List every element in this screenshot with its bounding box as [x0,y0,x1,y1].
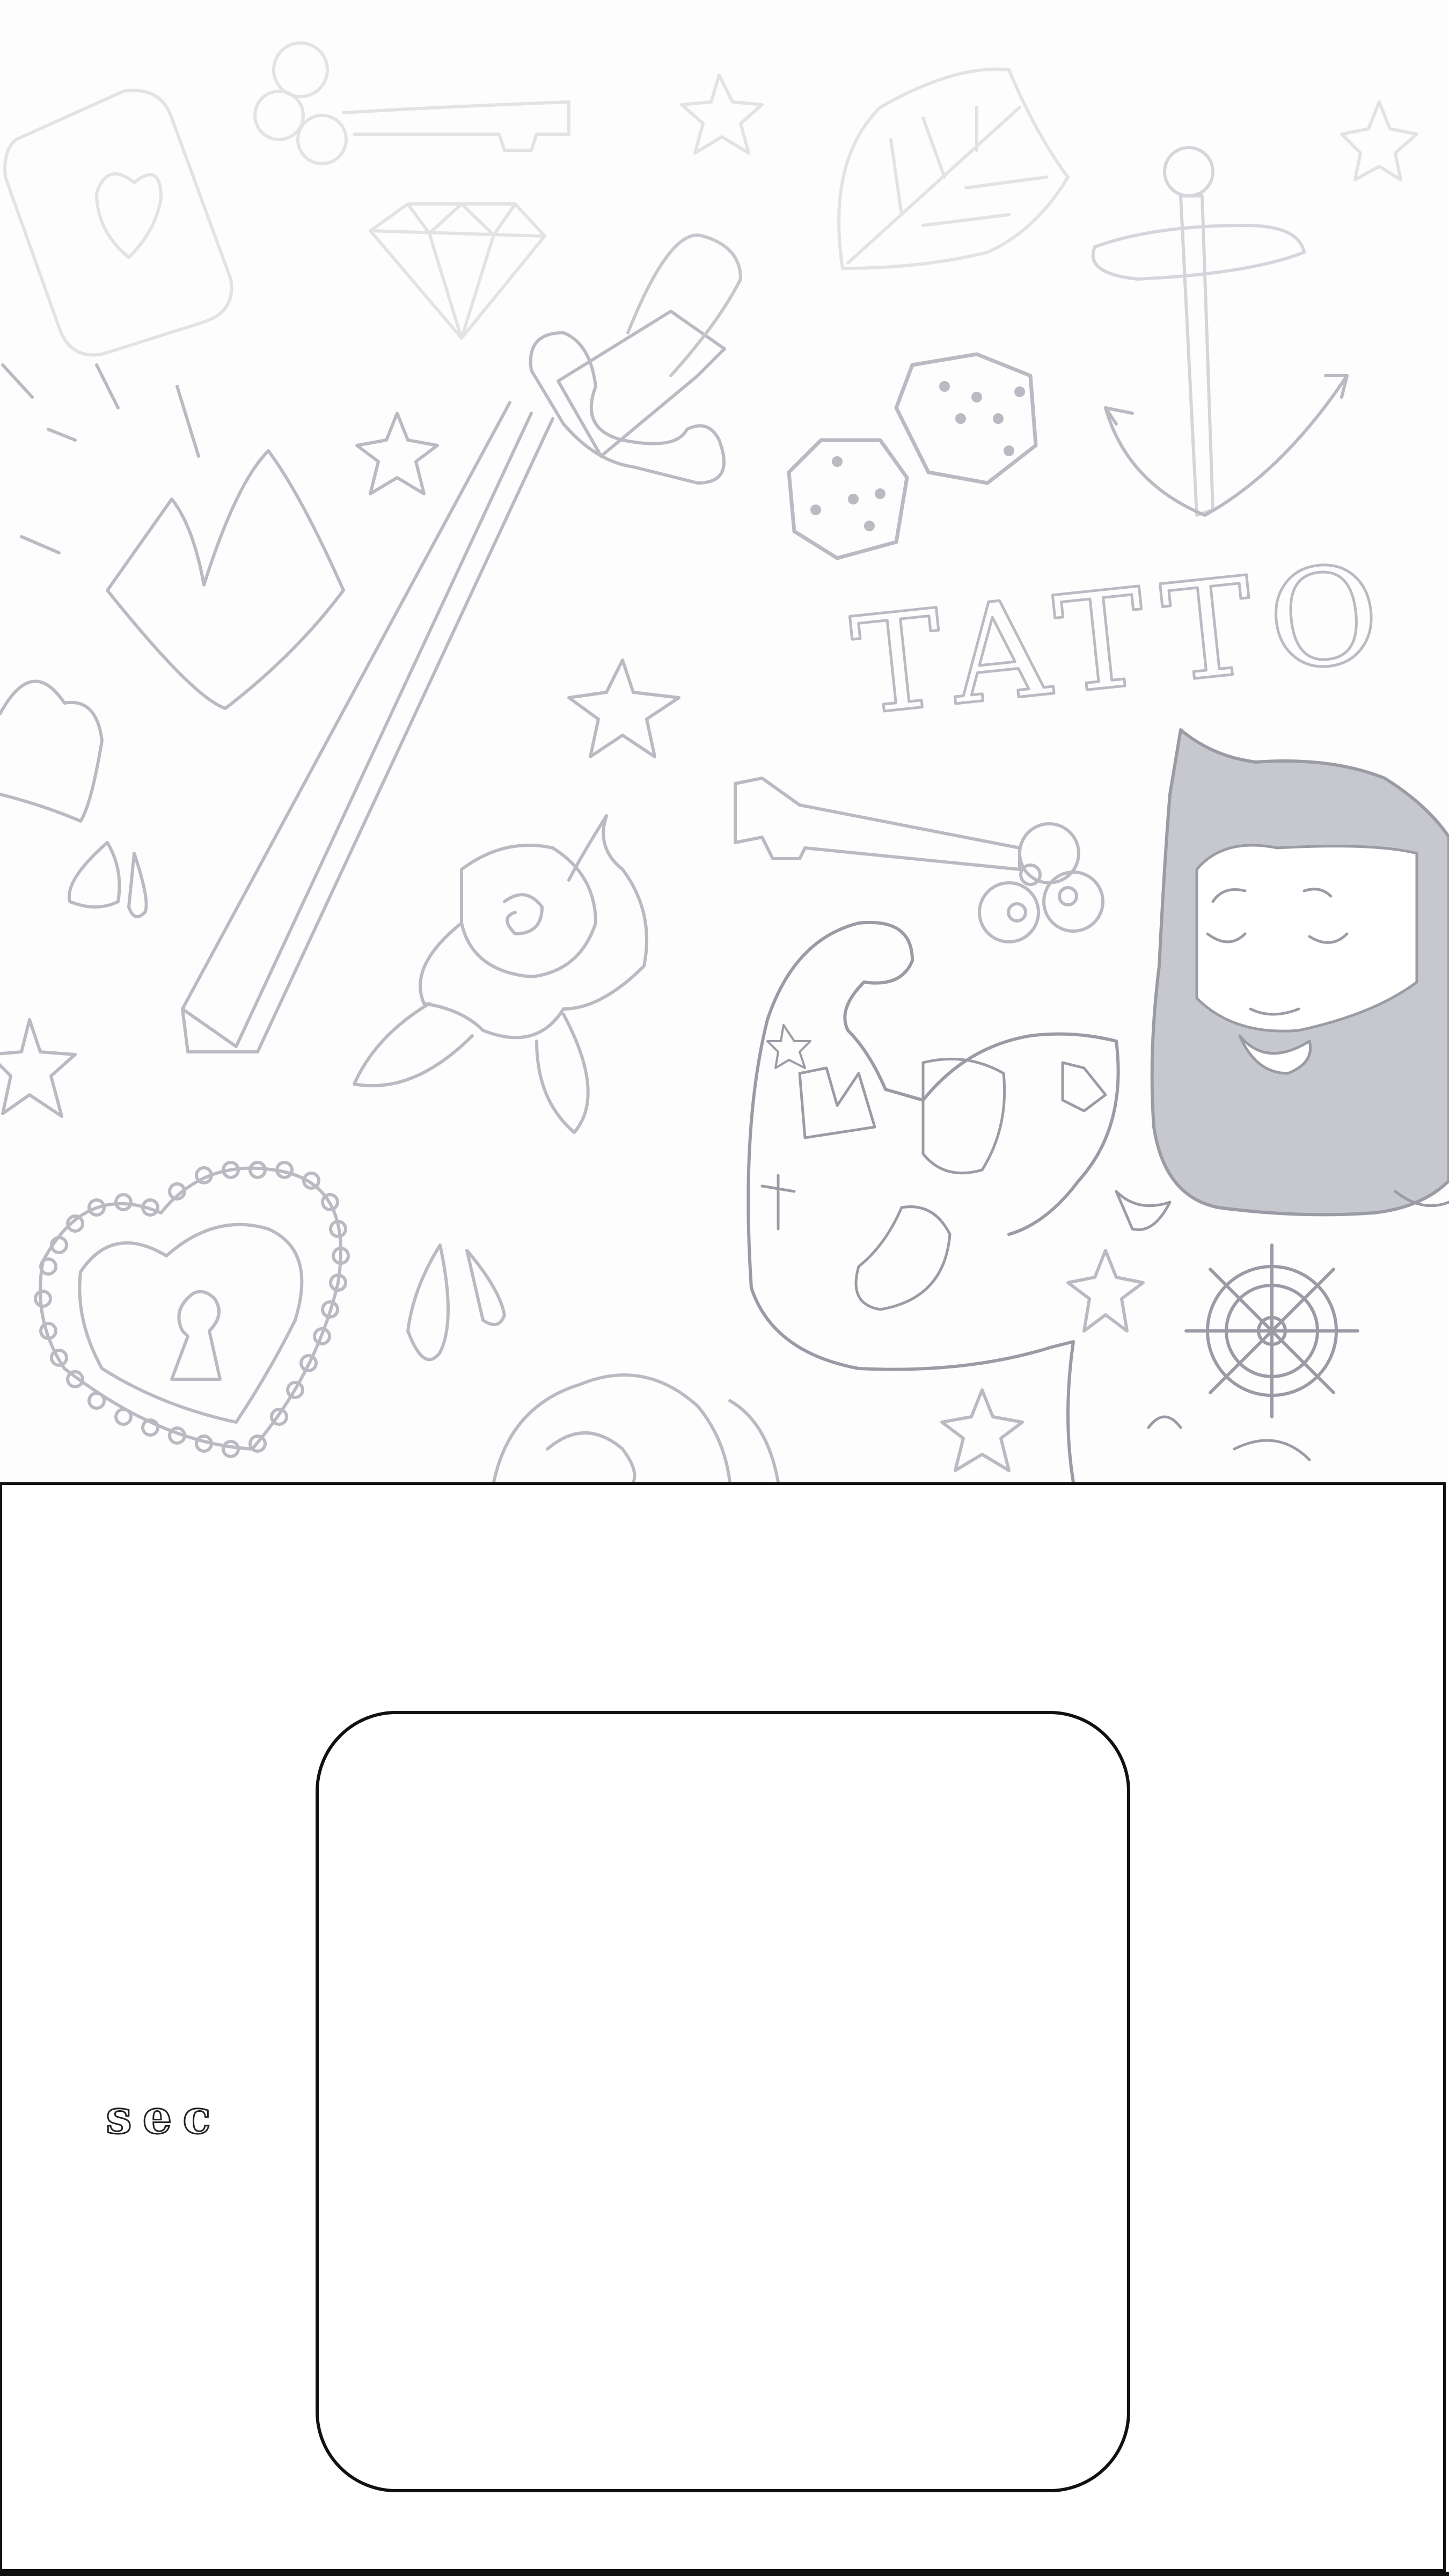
rose-icon [353,814,648,1134]
locket-icon [34,1161,350,1458]
timer-display-box[interactable] [316,1711,1130,2492]
ship-wheel-icon [1184,1243,1359,1418]
leaf-icon [837,67,1070,270]
svg-text:TATTO: TATTO [846,533,1403,745]
playing-card-icon [3,89,233,357]
tatto-lettering: TATTO [844,532,1404,747]
tattooed-man-icon [747,728,1449,1482]
panel-border-bottom [0,2572,1449,2576]
rose-icon [492,1373,780,1482]
star-icon [0,412,1145,1472]
crown-icon [1,363,345,710]
anchor-icon [1091,146,1349,517]
panel-border-left [0,1482,2,2572]
heart-icon [0,679,104,823]
seconds-unit-label: sec [105,2090,222,2146]
key-icon [253,41,570,165]
diamond-icon [369,202,546,340]
star-icon [680,74,1418,181]
drop-icon [67,841,506,1362]
key-icon [734,777,1104,943]
dice-icon [787,352,1038,560]
doodle-background: TATTO [0,0,1449,1482]
